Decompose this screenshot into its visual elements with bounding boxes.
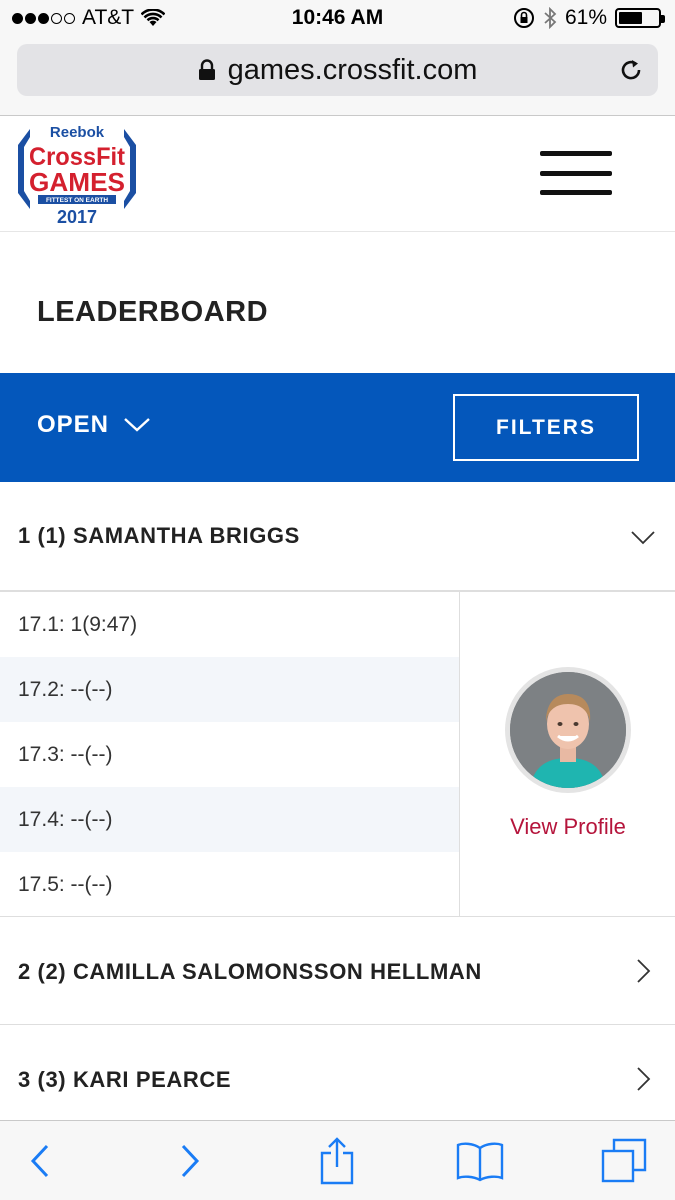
browser-address-area: games.crossfit.com (0, 36, 675, 116)
orientation-lock-icon (513, 8, 534, 28)
forward-icon (181, 1144, 200, 1178)
back-button[interactable] (14, 1135, 66, 1187)
athlete-name: 1 (1) SAMANTHA BRIGGS (18, 523, 300, 548)
logo-tagline: FITTEST ON EARTH (46, 197, 108, 204)
forward-button[interactable] (164, 1135, 216, 1187)
event-score: 17.5: --(--) (18, 872, 113, 896)
avatar[interactable] (505, 667, 631, 793)
lock-icon (198, 59, 215, 80)
browser-toolbar (0, 1120, 675, 1200)
view-profile-link[interactable]: View Profile (461, 814, 675, 840)
event-score: 17.1: 1(9:47) (18, 612, 138, 636)
tabs-icon (601, 1138, 647, 1183)
battery-icon (615, 8, 665, 28)
logo-year: 2017 (57, 207, 97, 227)
chevron-down-icon (124, 418, 150, 432)
logo-brand: Reebok (50, 124, 105, 141)
athlete-detail-panel: 17.1: 1(9:47) 17.2: --(--) 17.3: --(--) … (0, 591, 675, 917)
division-filter-bar: OPEN FILTERS (0, 373, 675, 482)
bookmarks-icon (456, 1142, 504, 1182)
share-button[interactable] (311, 1135, 363, 1187)
back-icon (30, 1144, 49, 1178)
tabs-button[interactable] (598, 1135, 650, 1187)
logo-line-2: GAMES (29, 167, 125, 197)
event-score: 17.4: --(--) (0, 787, 459, 852)
chevron-right-icon (637, 959, 651, 983)
event-scores: 17.1: 1(9:47) 17.2: --(--) 17.3: --(--) … (0, 592, 460, 917)
site-header: Reebok CrossFit GAMES FITTEST ON EARTH 2… (0, 117, 675, 232)
chevron-right-icon (637, 1067, 651, 1091)
leaderboard-row[interactable]: 1 (1) SAMANTHA BRIGGS (0, 483, 675, 591)
crossfit-games-logo[interactable]: Reebok CrossFit GAMES FITTEST ON EARTH 2… (10, 121, 144, 229)
division-dropdown[interactable]: OPEN (37, 411, 151, 439)
bluetooth-icon (544, 7, 557, 29)
menu-icon[interactable] (540, 151, 612, 195)
status-right: 61% (513, 6, 665, 30)
filters-button[interactable]: FILTERS (453, 394, 639, 461)
profile-cell: View Profile (461, 592, 675, 917)
share-icon (320, 1137, 354, 1185)
event-score: 17.3: --(--) (18, 742, 113, 766)
leaderboard-row[interactable]: 3 (3) KARI PEARCE (0, 1025, 675, 1121)
event-score: 17.2: --(--) (0, 657, 459, 722)
battery-percent: 61% (564, 6, 607, 29)
page-title: LEADERBOARD (37, 296, 269, 328)
address-bar[interactable]: games.crossfit.com (17, 44, 658, 96)
athlete-photo (510, 672, 626, 788)
bookmarks-button[interactable] (454, 1135, 506, 1187)
chevron-down-icon (631, 531, 655, 545)
division-label: OPEN (37, 411, 110, 438)
status-bar: AT&T 10:46 AM 61% (0, 0, 675, 36)
reload-icon[interactable] (618, 57, 644, 83)
leaderboard-row[interactable]: 2 (2) CAMILLA SALOMONSSON HELLMAN (0, 917, 675, 1025)
athlete-name: 3 (3) KARI PEARCE (18, 1067, 232, 1092)
url-text: games.crossfit.com (227, 53, 478, 86)
athlete-name: 2 (2) CAMILLA SALOMONSSON HELLMAN (18, 959, 482, 984)
